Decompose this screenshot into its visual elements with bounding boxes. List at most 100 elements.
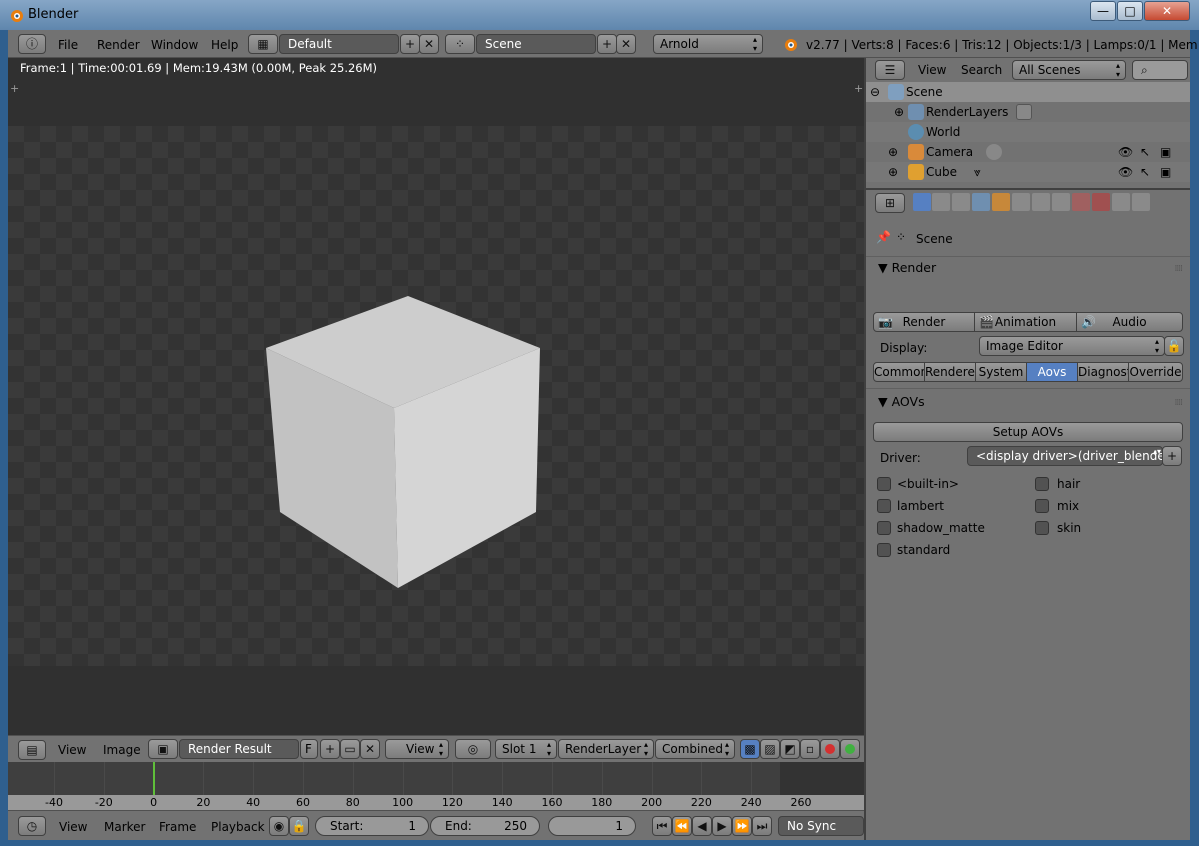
material-tab-icon[interactable] [1072, 193, 1090, 211]
tab-aovs[interactable]: Aovs [1026, 362, 1078, 382]
editor-type-info-icon[interactable]: ⓘ [18, 34, 46, 54]
region-expand-icon[interactable]: + [10, 82, 19, 95]
add-driver-icon[interactable]: + [1162, 446, 1182, 466]
menu-render[interactable]: Render [97, 38, 140, 52]
constraints-tab-icon[interactable] [1012, 193, 1030, 211]
menu-view[interactable]: View [58, 743, 86, 757]
tab-common[interactable]: Common [873, 362, 925, 382]
layout-field[interactable]: Default [279, 34, 399, 54]
outliner-filter-select[interactable]: All Scenes [1012, 60, 1126, 80]
slot-select[interactable]: Slot 1 [495, 739, 557, 759]
outliner-row-world[interactable]: World [866, 122, 1190, 142]
render-camera-icon[interactable]: ▣ [1160, 165, 1171, 179]
object-tab-icon[interactable] [992, 193, 1010, 211]
texture-tab-icon[interactable] [1092, 193, 1110, 211]
menu-image[interactable]: Image [103, 743, 141, 757]
visibility-eye-icon[interactable]: 👁 [1118, 145, 1133, 159]
current-frame-field[interactable]: 1 [548, 816, 636, 836]
play-icon[interactable]: ▶ [712, 816, 732, 836]
outliner-row-scene[interactable]: ⊖ Scene [866, 82, 1190, 102]
maximize-button[interactable]: □ [1117, 1, 1143, 21]
checkbox-shadow-matte[interactable] [877, 521, 891, 535]
checkbox-mix[interactable] [1035, 499, 1049, 513]
menu-playback[interactable]: Playback [211, 820, 265, 834]
add-layout-icon[interactable]: + [400, 34, 420, 54]
tab-renderer[interactable]: Renderer [924, 362, 976, 382]
jump-end-icon[interactable]: ⏭ [752, 816, 772, 836]
menu-window[interactable]: Window [151, 38, 198, 52]
menu-file[interactable]: File [58, 38, 78, 52]
select-cursor-icon[interactable]: ↖ [1140, 165, 1150, 179]
unlink-image-icon[interactable]: ✕ [360, 739, 380, 759]
modifiers-wrench-tab-icon[interactable] [1032, 193, 1050, 211]
scene-field[interactable]: Scene [476, 34, 596, 54]
pin-icon[interactable]: 📌 [876, 230, 891, 244]
close-button[interactable]: ✕ [1144, 1, 1190, 21]
particles-tab-icon[interactable] [1112, 193, 1130, 211]
zbuffer-icon[interactable]: ◩ [780, 739, 800, 759]
lock-icon[interactable]: 🔒 [289, 816, 309, 836]
timeline-area[interactable]: -40 -20 0 20 40 60 80 100 120 140 160 180 200 220 240 2… [8, 762, 864, 810]
remove-scene-icon[interactable]: ✕ [616, 34, 636, 54]
checkbox-hair[interactable] [1035, 477, 1049, 491]
scene-selector-icon[interactable]: ⁘ [445, 34, 475, 54]
render-engine-select[interactable]: Arnold [653, 34, 763, 54]
render-pass-select[interactable]: Combined [655, 739, 735, 759]
image-editor-viewport[interactable]: Frame:1 | Time:00:01.69 | Mem:19.43M (0.… [8, 58, 864, 735]
editor-type-timeline-icon[interactable]: ◷ [18, 816, 46, 836]
mesh-data-tab-icon[interactable] [1052, 193, 1070, 211]
outliner-row-cube[interactable]: ⊕ Cube ⩔ 👁 ↖ ▣ [866, 162, 1190, 182]
render-button[interactable]: 📷 Render [873, 312, 975, 332]
menu-timeline-view[interactable]: View [59, 820, 87, 834]
jump-key-back-icon[interactable]: ⏪ [672, 816, 692, 836]
play-reverse-icon[interactable]: ◀ [692, 816, 712, 836]
outliner-row-renderlayers[interactable]: ⊕ RenderLayers [866, 102, 1190, 122]
open-image-icon[interactable]: ▭ [340, 739, 360, 759]
editor-type-properties-icon[interactable]: ⊞ [875, 193, 905, 213]
timeline-grid[interactable] [8, 762, 864, 795]
add-scene-icon[interactable]: + [597, 34, 617, 54]
remove-layout-icon[interactable]: ✕ [419, 34, 439, 54]
draw-channels-icon[interactable]: ▩ [740, 739, 760, 759]
image-name-field[interactable]: Render Result [179, 739, 299, 759]
panel-drag-grip[interactable]: ⁞⁞⁞⁞ [1175, 398, 1184, 408]
jump-key-forward-icon[interactable]: ⏩ [732, 816, 752, 836]
tab-system[interactable]: System [975, 362, 1027, 382]
jump-start-icon[interactable]: ⏮ [652, 816, 672, 836]
render-layers-tab-icon[interactable] [932, 193, 950, 211]
pivot-icon[interactable]: ◎ [455, 739, 491, 759]
audio-button[interactable]: 🔊 Audio [1076, 312, 1183, 332]
collapse-icon[interactable]: ⊖ [870, 85, 880, 99]
region-expand-icon[interactable]: + [854, 82, 863, 95]
physics-tab-icon[interactable] [1132, 193, 1150, 211]
image-browse-icon[interactable]: ▣ [148, 739, 178, 759]
record-green-icon[interactable] [840, 739, 860, 759]
expand-icon[interactable]: ⊕ [888, 145, 898, 159]
outliner-row-camera[interactable]: ⊕ Camera 👁 ↖ ▣ [866, 142, 1190, 162]
start-frame-field[interactable]: Start: 1 [315, 816, 429, 836]
copy-icon[interactable]: ▫ [800, 739, 820, 759]
lock-interface-icon[interactable]: 🔓 [1164, 336, 1184, 356]
menu-frame[interactable]: Frame [159, 820, 196, 834]
new-image-icon[interactable]: + [320, 739, 340, 759]
checkbox-builtin[interactable] [877, 477, 891, 491]
record-red-icon[interactable] [820, 739, 840, 759]
screen-layout-icon[interactable]: ▦ [248, 34, 278, 54]
panel-drag-grip[interactable]: ⁞⁞⁞⁞ [1175, 264, 1184, 274]
menu-help[interactable]: Help [211, 38, 238, 52]
animation-button[interactable]: 🎬 Animation [974, 312, 1077, 332]
render-layer-select[interactable]: RenderLayer [558, 739, 654, 759]
scene-tab-icon[interactable] [952, 193, 970, 211]
tab-override[interactable]: Override [1128, 362, 1183, 382]
checkbox-lambert[interactable] [877, 499, 891, 513]
visibility-eye-icon[interactable]: 👁 [1118, 165, 1133, 179]
display-select[interactable]: Image Editor [979, 336, 1165, 356]
setup-aovs-button[interactable]: Setup AOVs [873, 422, 1183, 442]
outliner-search-input[interactable]: ⌕ [1132, 60, 1188, 80]
sync-mode-select[interactable]: No Sync [778, 816, 864, 836]
tab-diagnostics[interactable]: Diagnosti [1077, 362, 1129, 382]
checkbox-skin[interactable] [1035, 521, 1049, 535]
aovs-panel-header[interactable]: ▼ AOVs [878, 394, 925, 409]
select-cursor-icon[interactable]: ↖ [1140, 145, 1150, 159]
view-mode-select[interactable]: View [385, 739, 449, 759]
